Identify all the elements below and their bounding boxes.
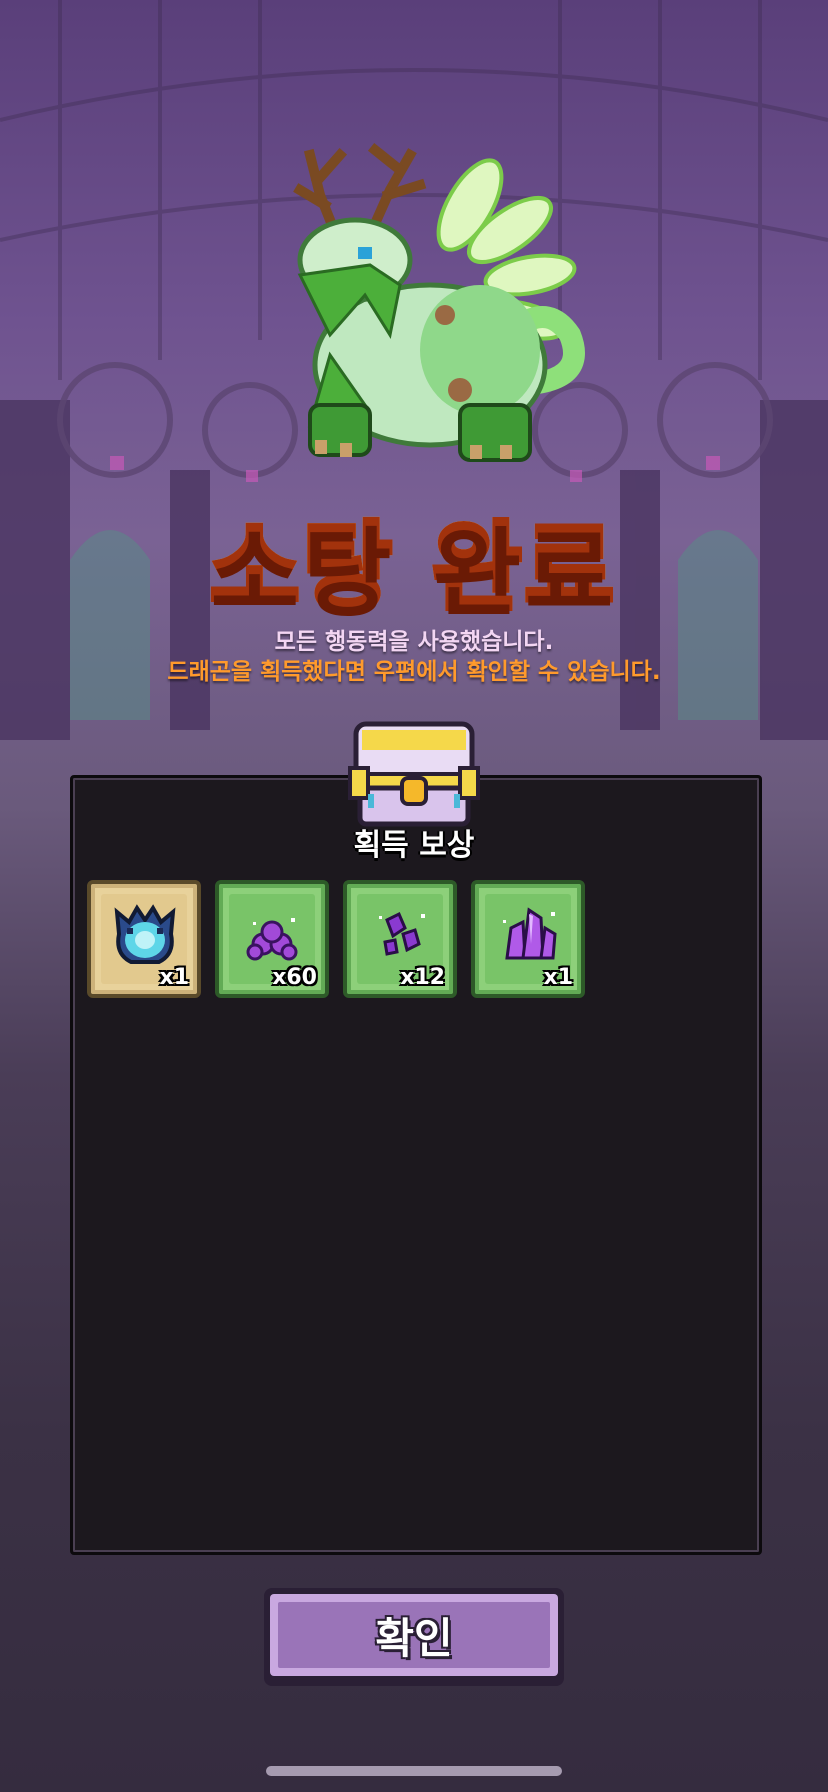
reward-item[interactable]: x1 (471, 880, 585, 998)
reward-item[interactable]: x1 (87, 880, 201, 998)
confirm-button-face: 확인 (278, 1602, 550, 1668)
confirm-button-label: 확인 (375, 1613, 453, 1663)
message-line-2: 드래곤을 획득했다면 우편에서 확인할 수 있습니다. (167, 659, 661, 685)
confirm-button[interactable]: 확인 (264, 1588, 564, 1686)
home-indicator[interactable] (266, 1766, 562, 1776)
item-count: x1 (543, 965, 574, 990)
reward-item[interactable]: x12 (343, 880, 457, 998)
purple-crystal-cluster-icon (503, 907, 557, 960)
purple-ore-pile-icon (246, 918, 298, 961)
item-count: x60 (272, 965, 317, 990)
dragon-illustration (293, 142, 585, 462)
sweep-complete-title: 소탕 완료 (0, 490, 828, 629)
reward-heading: 획득 보상 (353, 828, 475, 863)
item-count: x12 (400, 965, 445, 990)
treasure-chest-icon (348, 721, 480, 827)
dragon-egg-icon (114, 904, 176, 964)
reward-item-list: x1 x60 x12 x1 (87, 880, 585, 998)
message-line-1: 모든 행동력을 사용했습니다. (274, 629, 554, 655)
item-count: x1 (159, 965, 190, 990)
purple-gem-shards-icon (379, 911, 425, 956)
confirm-button-border: 확인 (270, 1594, 558, 1676)
reward-item[interactable]: x60 (215, 880, 329, 998)
